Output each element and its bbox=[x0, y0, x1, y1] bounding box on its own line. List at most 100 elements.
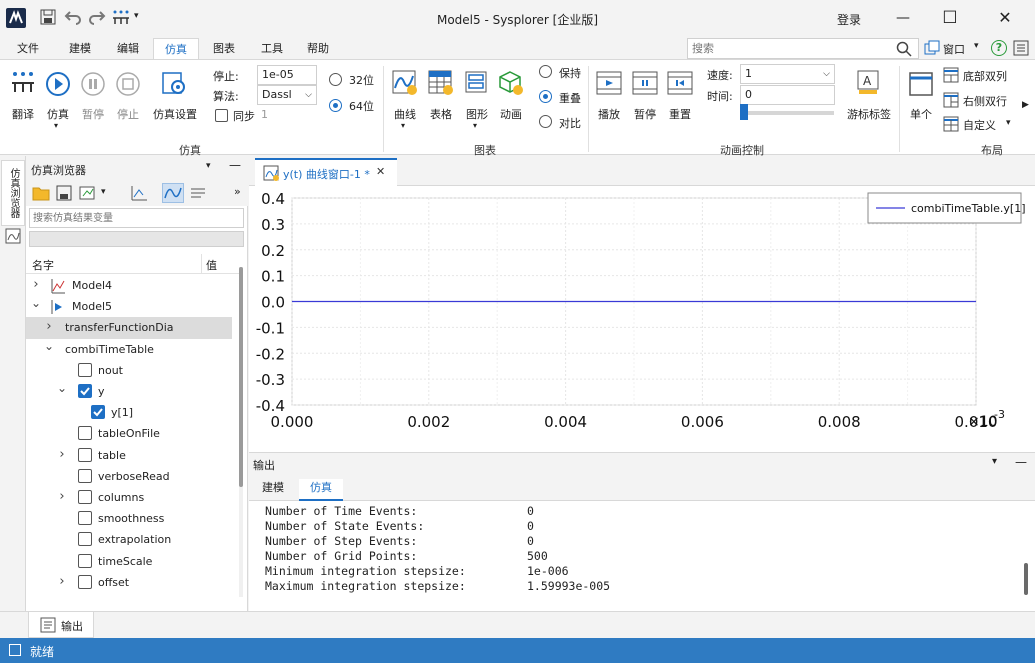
graph-icon[interactable] bbox=[464, 70, 490, 96]
reset-icon[interactable] bbox=[667, 71, 693, 95]
toolbar-overflow-icon[interactable]: » bbox=[234, 185, 241, 198]
side-tab-sim-browser[interactable]: 仿真浏览器 bbox=[1, 160, 25, 226]
var-search-input[interactable] bbox=[30, 209, 240, 227]
cursor-label-icon[interactable]: A bbox=[856, 70, 882, 96]
stop-button[interactable]: 停止 bbox=[109, 106, 147, 122]
time-slider-track[interactable] bbox=[742, 111, 834, 115]
output-tab-modeling[interactable]: 建模 bbox=[253, 479, 293, 501]
variable-checkbox[interactable] bbox=[78, 532, 92, 547]
play-button[interactable]: 播放 bbox=[592, 106, 626, 122]
curve-dropdown-icon[interactable]: ▾ bbox=[401, 121, 405, 130]
options-icon[interactable] bbox=[1013, 40, 1029, 56]
sim-settings-icon[interactable] bbox=[160, 71, 188, 97]
maximize-button[interactable]: ☐ bbox=[935, 4, 965, 32]
tree-row[interactable]: › transferFunctionDia bbox=[26, 317, 232, 339]
window-dropdown-icon[interactable]: ▾ bbox=[974, 41, 979, 51]
plot-tab-close-button[interactable]: ✕ bbox=[376, 165, 385, 178]
pause-icon[interactable] bbox=[80, 71, 106, 97]
search-icon[interactable] bbox=[896, 41, 912, 57]
tree-row[interactable]: extrapolation bbox=[26, 529, 232, 550]
animation-button[interactable]: 动画 bbox=[494, 106, 528, 122]
tree-row[interactable]: nout bbox=[26, 360, 232, 381]
variable-checkbox[interactable] bbox=[78, 490, 92, 504]
collapse-icon[interactable]: ⌄ bbox=[56, 381, 68, 395]
search-input[interactable] bbox=[688, 39, 888, 58]
tree-row[interactable]: ⌄ combiTimeTable bbox=[26, 339, 232, 360]
expand-icon[interactable]: › bbox=[56, 574, 68, 589]
variable-checkbox[interactable] bbox=[78, 574, 92, 589]
bottom-columns-icon[interactable] bbox=[943, 67, 959, 83]
menu-simulation[interactable]: 仿真 bbox=[153, 38, 199, 60]
window-icon[interactable] bbox=[924, 40, 940, 56]
tree-row[interactable]: timeScale bbox=[26, 551, 232, 572]
line-chart[interactable]: 0.000 0.002 0.004 0.006 0.008 0.0100.40.30.20… bbox=[249, 186, 1035, 452]
time-input[interactable]: 0 bbox=[740, 85, 835, 105]
menu-file[interactable]: 文件 bbox=[8, 38, 48, 60]
filter-icon[interactable] bbox=[189, 185, 207, 201]
output-dropdown-icon[interactable]: ▾ bbox=[992, 456, 997, 467]
stop-time-input[interactable]: 1e-05 bbox=[257, 65, 317, 85]
simulate-button[interactable]: 仿真 bbox=[39, 106, 77, 122]
tree-row[interactable]: › Model4 bbox=[26, 275, 232, 296]
menu-help[interactable]: 帮助 bbox=[298, 38, 338, 60]
menu-modeling[interactable]: 建模 bbox=[60, 38, 100, 60]
anim-pause-button[interactable]: 暂停 bbox=[628, 106, 662, 122]
simulate-dropdown-icon[interactable]: ▾ bbox=[54, 121, 58, 130]
col-value-header[interactable]: 值 bbox=[206, 257, 217, 273]
right-rows-button[interactable]: 右侧双行 bbox=[963, 93, 1007, 109]
tree-row[interactable]: ⌄ y bbox=[26, 381, 232, 402]
variable-checkbox[interactable] bbox=[91, 405, 105, 420]
bottom-tab-output[interactable]: 输出 bbox=[28, 612, 94, 638]
save-result-icon[interactable] bbox=[56, 185, 72, 201]
panel-minimize-icon[interactable]: — bbox=[229, 158, 241, 172]
graph-dropdown-icon[interactable]: ▾ bbox=[473, 121, 477, 130]
custom-layout-dropdown-icon[interactable]: ▾ bbox=[1006, 118, 1011, 128]
panel-dropdown-icon[interactable]: ▾ bbox=[206, 161, 211, 171]
collapse-icon[interactable]: ⌄ bbox=[43, 339, 55, 353]
variable-checkbox[interactable] bbox=[78, 362, 92, 377]
speed-select[interactable]: 1 ⌵ bbox=[740, 64, 835, 84]
translate-button[interactable]: 翻译 bbox=[4, 106, 42, 122]
algorithm-select[interactable]: Dassl ⌵ bbox=[257, 85, 317, 105]
sync-checkbox[interactable] bbox=[215, 109, 228, 122]
bit64-radio[interactable] bbox=[329, 99, 342, 112]
curve-icon[interactable] bbox=[392, 70, 418, 96]
open-folder-icon[interactable] bbox=[32, 185, 50, 201]
animation-icon[interactable] bbox=[498, 70, 524, 96]
tree-row[interactable]: verboseRead bbox=[26, 466, 232, 487]
tree-scrollbar[interactable] bbox=[239, 267, 243, 597]
reset-button[interactable]: 重置 bbox=[663, 106, 697, 122]
tree-scrollbar-thumb[interactable] bbox=[239, 267, 243, 487]
tree-row[interactable]: › columns bbox=[26, 487, 232, 508]
right-rows-icon[interactable] bbox=[943, 92, 959, 108]
export-icon[interactable] bbox=[79, 185, 97, 201]
ribbon-scroll-right-icon[interactable]: ▶ bbox=[1022, 100, 1029, 110]
output-tab-simulation[interactable]: 仿真 bbox=[299, 479, 343, 501]
variable-checkbox[interactable] bbox=[78, 426, 92, 441]
play-icon[interactable] bbox=[596, 71, 622, 95]
variable-checkbox[interactable] bbox=[78, 511, 92, 526]
cursor-label-button[interactable]: 游标标签 bbox=[843, 106, 895, 122]
tree-row[interactable]: › offset bbox=[26, 572, 232, 593]
tree-row[interactable]: y[1] bbox=[26, 402, 232, 423]
curve-button[interactable]: 曲线 bbox=[388, 106, 422, 122]
simulate-icon[interactable] bbox=[45, 71, 71, 97]
custom-layout-icon[interactable] bbox=[943, 116, 959, 132]
graph-button[interactable]: 图形 bbox=[460, 106, 494, 122]
output-minimize-icon[interactable]: — bbox=[1015, 455, 1027, 469]
single-layout-button[interactable]: 单个 bbox=[904, 106, 938, 122]
minimize-button[interactable]: — bbox=[888, 4, 918, 32]
login-link[interactable]: 登录 bbox=[837, 11, 861, 28]
col-name-header[interactable]: 名字 bbox=[32, 257, 54, 273]
compare-radio[interactable] bbox=[539, 115, 552, 128]
expand-icon[interactable]: › bbox=[56, 447, 68, 462]
menu-tools[interactable]: 工具 bbox=[252, 38, 292, 60]
collapse-icon[interactable]: ⌄ bbox=[30, 296, 42, 310]
tree-row[interactable]: tableOnFile bbox=[26, 423, 232, 444]
expand-icon[interactable]: › bbox=[56, 489, 68, 504]
bottom-columns-button[interactable]: 底部双列 bbox=[963, 68, 1007, 84]
tree-row[interactable]: smoothness bbox=[26, 508, 232, 529]
expand-icon[interactable]: › bbox=[43, 319, 55, 334]
variable-checkbox[interactable] bbox=[78, 384, 92, 398]
table-icon[interactable] bbox=[428, 70, 454, 96]
